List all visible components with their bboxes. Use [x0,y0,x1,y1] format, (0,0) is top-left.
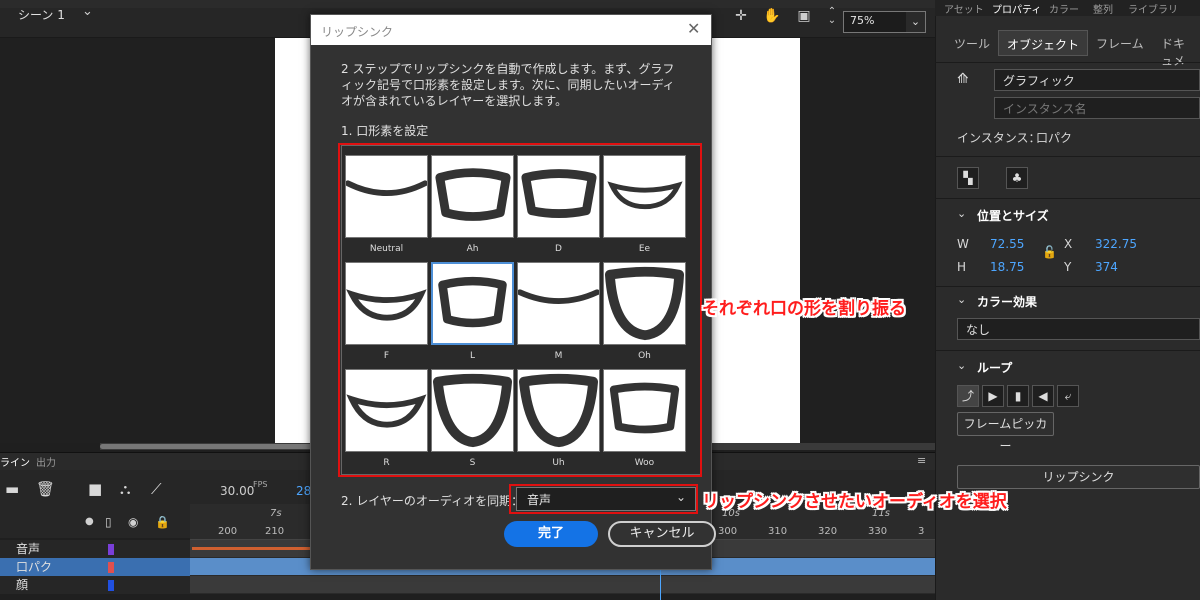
annotation-box-audio [509,484,698,514]
step2-label: 2. レイヤーのオーディオを同期： [341,494,524,508]
tab-timeline[interactable]: ライン [0,454,30,469]
annotation-box-visemes [338,143,702,477]
layer-face[interactable]: 顔 [0,576,190,594]
ruler-number: 300 [718,526,738,537]
h-value[interactable]: 18.75 [990,260,1024,274]
folder-icon[interactable]: ▬ [5,480,19,498]
tab-assets[interactable]: アセット [944,1,984,16]
scrollbar-thumb[interactable] [100,444,320,449]
scene-selector[interactable]: シーン 1 [18,6,65,23]
section-loop[interactable]: ループ [977,359,1012,376]
eye-hidden-icon[interactable]: ◉ [128,515,138,529]
section-color-effect[interactable]: カラー効果 [977,293,1037,310]
zoom-dropdown-icon[interactable]: ⌄ [906,11,926,33]
ruler-number: 3 [918,526,925,537]
annotation-assign: それぞれ口の形を割り振る [702,299,906,319]
reverse-loop-icon[interactable]: ⤶ [1057,385,1079,407]
fps-value[interactable]: 30.00 [220,484,254,498]
chevron-down-icon[interactable]: ⌄ [82,4,93,19]
edit-symbol-icon[interactable]: ♣ [1006,167,1028,189]
zoom-input[interactable]: 75% [843,11,907,33]
cancel-button[interactable]: キャンセル [608,521,716,547]
tab-align[interactable]: 整列 [1093,1,1113,16]
divider [935,198,1200,199]
w-value[interactable]: 72.55 [990,237,1024,251]
color-effect-select[interactable]: なし [957,318,1200,340]
done-button[interactable]: 完了 [504,521,598,547]
subtab-tool[interactable]: ツール [946,30,998,56]
dialog-title: リップシンク [321,25,394,39]
dot-icon[interactable]: ● [85,516,94,527]
layer-audio[interactable]: 音声 [0,540,190,558]
play-once-icon[interactable]: ▶ [982,385,1004,407]
tab-properties[interactable]: プロパティ [992,1,1041,16]
reverse-once-icon[interactable]: ◀ [1032,385,1054,407]
loop-icon[interactable]: ⤴ [957,385,979,407]
chevron-down-icon[interactable]: ⌄ [957,359,966,372]
subtab-object[interactable]: オブジェクト [998,30,1089,56]
divider [935,350,1200,351]
y-value[interactable]: 374 [1095,260,1118,274]
lock-icon[interactable]: 🔒 [155,515,170,529]
y-label: Y [1064,260,1072,274]
layer-color-chip [108,544,114,555]
x-value[interactable]: 322.75 [1095,237,1137,251]
layer-lipsync[interactable]: 口パク [0,558,190,576]
section-position[interactable]: 位置とサイズ [977,207,1049,224]
clip-canvas-icon[interactable]: ▣ [795,7,813,25]
tab-library[interactable]: ライブラリ [1128,1,1178,16]
parent-view-icon[interactable]: ⛬ [120,480,131,498]
ruler-seconds: 7s [270,508,282,519]
updown-icon[interactable]: ⌃ ⌄ [823,7,841,26]
divider [935,62,1200,63]
instance-label: インスタンス： [957,131,1041,145]
layer-track[interactable] [190,576,935,594]
graph-icon[interactable]: ⟋ [151,480,162,498]
swap-icon[interactable]: ▚ [957,167,979,189]
ruler-number: 320 [818,526,838,537]
tab-color[interactable]: カラー [1049,1,1079,16]
ruler-number: 210 [265,526,285,537]
divider [935,286,1200,287]
camera-icon[interactable]: ■ [88,480,102,498]
frame-picker-button[interactable]: フレームピッカー [957,412,1054,453]
tab-output[interactable]: 出力 [36,454,56,469]
menu-icon[interactable]: ≡ [917,454,926,467]
link-lock-icon[interactable]: 🔓 [1042,245,1057,259]
ruler-number: 310 [768,526,788,537]
dialog-description: 2 ステップでリップシンクを自動で作成します。まず、グラフィック記号で口形素を設… [341,62,675,108]
chevron-down-icon[interactable]: ⌄ [957,293,966,306]
audio-waveform [192,547,312,550]
subtab-document[interactable]: ドキュメ [1153,30,1200,68]
trash-icon[interactable]: 🗑 [36,480,55,498]
layer-color-chip [108,562,114,573]
chevron-down-icon[interactable]: ⌄ [957,207,966,220]
single-frame-icon[interactable]: ▮ [1007,385,1029,407]
ruler-number: 330 [868,526,888,537]
symbol-icon: ⟰ [957,71,969,87]
close-icon[interactable]: ✕ [687,19,700,38]
x-label: X [1064,237,1073,251]
crosshair-icon[interactable]: ✛ [732,7,750,25]
outline-icon[interactable]: ▯ [105,515,112,529]
w-label: W [957,237,969,251]
subtab-frame[interactable]: フレーム [1088,30,1152,56]
instance-value[interactable]: 口パク [1036,129,1072,146]
step1-label: 1. 口形素を設定 [341,124,429,138]
instance-name-input[interactable]: インスタンス名 [994,97,1200,119]
layer-color-chip [108,580,114,591]
hand-icon[interactable]: ✋ [763,7,781,25]
symbol-type-select[interactable]: グラフィック [994,69,1200,91]
lip-sync-button[interactable]: リップシンク [957,465,1200,489]
ruler-number: 200 [218,526,238,537]
divider [935,156,1200,157]
annotation-select-audio: リップシンクさせたいオーディオを選択 [702,492,1007,512]
h-label: H [957,260,967,274]
fps-unit: FPS [253,480,268,489]
